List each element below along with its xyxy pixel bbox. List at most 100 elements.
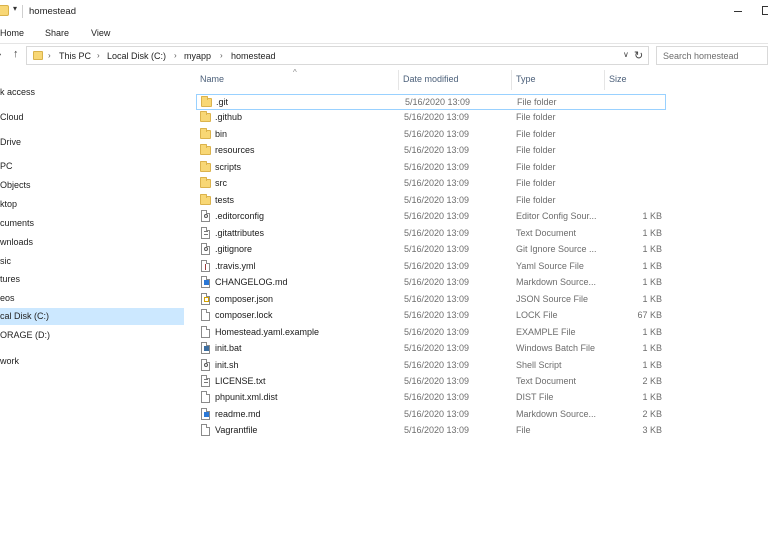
file-name: Homestead.yaml.example [215,327,320,337]
file-type: File folder [517,97,557,107]
breadcrumb-myapp[interactable]: myapp [184,51,211,61]
divider [22,5,23,18]
nav-item-quick-access[interactable]: k access [0,84,184,101]
file-size: 1 KB [642,244,662,254]
file-date: 5/16/2020 13:09 [404,162,470,172]
config-file-icon [201,359,210,371]
folder-icon [200,111,211,122]
file-type: Shell Script [516,360,562,370]
file-row[interactable]: CHANGELOG.md 5/16/2020 13:09 Markdown So… [196,275,666,291]
file-size: 1 KB [642,392,662,402]
file-row[interactable]: .editorconfig 5/16/2020 13:09 Editor Con… [196,209,666,225]
file-type: Markdown Source... [516,409,597,419]
file-size: 1 KB [642,360,662,370]
file-row[interactable]: Vagrantfile 5/16/2020 13:09 File 3 KB [196,423,666,439]
chevron-down-icon[interactable]: ∨ [623,50,629,59]
file-row[interactable]: readme.md 5/16/2020 13:09 Markdown Sourc… [196,407,666,423]
file-row[interactable]: src 5/16/2020 13:09 File folder [196,176,666,192]
nav-item-cloud[interactable]: Cloud [0,109,184,126]
file-row[interactable]: .gitattributes 5/16/2020 13:09 Text Docu… [196,226,666,242]
file-name: LICENSE.txt [215,376,266,386]
column-header-label: Type [516,74,536,84]
tab-share[interactable]: Share [45,28,69,38]
file-row[interactable]: init.sh 5/16/2020 13:09 Shell Script 1 K… [196,358,666,374]
back-arrow-icon[interactable]: › [0,49,1,60]
nav-item-label: k access [0,87,36,97]
nav-item-desktop[interactable]: ktop [0,196,184,213]
tab-home[interactable]: Home [0,28,24,38]
file-date: 5/16/2020 13:09 [404,129,470,139]
minimize-button[interactable] [734,11,742,12]
file-row[interactable]: LICENSE.txt 5/16/2020 13:09 Text Documen… [196,374,666,390]
file-type: File folder [516,129,556,139]
chevron-right-icon[interactable]: › [174,51,177,60]
address-bar[interactable]: › This PC › Local Disk (C:) › myapp › ho… [26,46,649,65]
breadcrumb-homestead[interactable]: homestead [231,51,276,61]
file-name: composer.json [215,294,274,304]
nav-item-storage[interactable]: ORAGE (D:) [0,327,184,344]
refresh-icon[interactable]: ↻ [634,49,643,62]
up-arrow-icon[interactable]: ↑ [13,48,19,60]
breadcrumb-local-disk[interactable]: Local Disk (C:) [107,51,166,61]
nav-item-label: ORAGE (D:) [0,330,51,340]
chevron-right-icon[interactable]: › [220,51,223,60]
column-header-name[interactable]: Name [196,68,399,90]
file-type: File folder [516,162,556,172]
nav-item-this-pc[interactable]: PC [0,158,184,175]
file-row[interactable]: init.bat 5/16/2020 13:09 Windows Batch F… [196,341,666,357]
quick-access-dropdown-icon[interactable]: ▾ [10,4,20,13]
nav-item-music[interactable]: sic [0,253,184,270]
file-row[interactable]: .gitignore 5/16/2020 13:09 Git Ignore So… [196,242,666,258]
nav-item-label: PC [0,161,13,171]
file-row[interactable]: .travis.yml 5/16/2020 13:09 Yaml Source … [196,259,666,275]
file-type: File [516,425,531,435]
file-row[interactable]: bin 5/16/2020 13:09 File folder [196,127,666,143]
file-row[interactable]: .git 5/16/2020 13:09 File folder [196,94,666,110]
breadcrumb-this-pc[interactable]: This PC [59,51,91,61]
file-type: LOCK File [516,310,558,320]
file-row[interactable]: tests 5/16/2020 13:09 File folder [196,193,666,209]
nav-item-3d-objects[interactable]: Objects [0,177,184,194]
file-size: 1 KB [642,228,662,238]
file-row[interactable]: .github 5/16/2020 13:09 File folder [196,110,666,126]
nav-item-downloads[interactable]: wnloads [0,234,184,251]
file-name: resources [215,145,255,155]
chevron-right-icon[interactable]: › [48,51,51,60]
file-name: .gitattributes [215,228,265,238]
tab-view[interactable]: View [91,28,110,38]
file-row[interactable]: composer.json 5/16/2020 13:09 JSON Sourc… [196,292,666,308]
file-size: 2 KB [642,376,662,386]
nav-item-videos[interactable]: eos [0,290,184,307]
text-file-icon [201,227,210,239]
file-row[interactable]: scripts 5/16/2020 13:09 File folder [196,160,666,176]
file-row[interactable]: resources 5/16/2020 13:09 File folder [196,143,666,159]
nav-item-network[interactable]: work [0,353,184,370]
file-name: .git [216,97,229,107]
file-row[interactable]: Homestead.yaml.example 5/16/2020 13:09 E… [196,325,666,341]
chevron-right-icon[interactable]: › [97,51,100,60]
file-date: 5/16/2020 13:09 [404,277,470,287]
column-header-date[interactable]: Date modified [399,68,512,90]
folder-icon [200,177,211,188]
nav-item-documents[interactable]: cuments [0,215,184,232]
file-type: File folder [516,178,556,188]
file-size: 2 KB [642,409,662,419]
file-row[interactable]: phpunit.xml.dist 5/16/2020 13:09 DIST Fi… [196,390,666,406]
nav-item-label: sic [0,256,11,266]
window-title: homestead [29,6,77,17]
column-header-type[interactable]: Type [512,68,605,90]
file-row[interactable]: composer.lock 5/16/2020 13:09 LOCK File … [196,308,666,324]
ribbon: Home Share View [0,24,768,44]
file-date: 5/16/2020 13:09 [404,294,470,304]
file-type: Markdown Source... [516,277,597,287]
maximize-button[interactable] [762,6,768,15]
file-name: .github [215,112,243,122]
column-header-size[interactable]: Size [605,68,666,90]
file-type: Windows Batch File [516,343,596,353]
nav-item-drive[interactable]: Drive [0,134,184,151]
column-header-label: Size [609,74,627,84]
nav-item-pictures[interactable]: tures [0,271,184,288]
search-input[interactable]: Search homestead [656,46,768,65]
file-icon [201,326,210,338]
nav-item-local-disk[interactable]: cal Disk (C:) [0,308,184,325]
